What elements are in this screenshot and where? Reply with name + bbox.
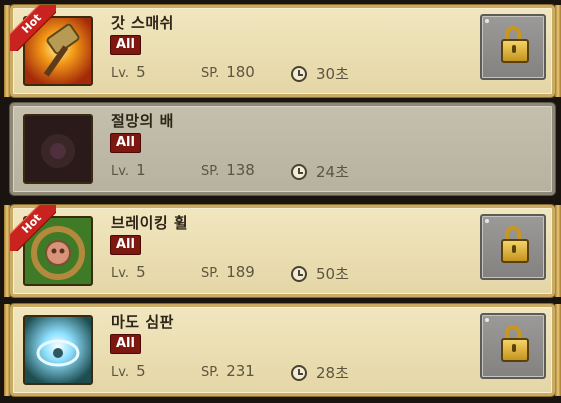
skill-sp: SP. 189 [201,263,255,281]
skill-name: 브레이킹 휠 [111,214,189,232]
skill-level: Lv. 5 [111,63,146,81]
skill-level: Lv. 1 [111,161,146,179]
lock-button[interactable] [480,313,546,379]
padlock-body [501,239,529,263]
frame-rod [555,304,561,396]
skill-icon-frame[interactable] [23,16,93,86]
indicator-dot [485,19,489,23]
padlock-body [501,338,529,362]
skill-cooldown: 50초 [291,263,349,284]
clock-icon [291,65,307,82]
indicator-dot [485,219,489,223]
skill-sp: SP. 231 [201,362,255,380]
skill-list: Hot 갓 스매쉬 All Lv. 5 SP. 180 30초 절망의 배 All … [0,0,561,403]
wheel-icon [25,218,91,284]
skill-row-magic-judgement[interactable]: 마도 심판 All Lv. 5 SP. 231 28초 [4,304,561,396]
class-badge: All [110,334,141,354]
skill-cooldown: 24초 [291,161,349,182]
skill-row-god-smash[interactable]: Hot 갓 스매쉬 All Lv. 5 SP. 180 30초 [4,5,561,97]
skill-icon-frame[interactable] [23,315,93,385]
class-badge: All [110,235,141,255]
frame-rod [555,5,561,97]
lock-button[interactable] [480,214,546,280]
padlock-body [501,39,529,63]
class-badge: All [110,133,141,153]
skill-level: Lv. 5 [111,263,146,281]
skill-cooldown: 28초 [291,362,349,383]
hammer-icon [25,18,91,84]
frame-rod [555,205,561,297]
dark-creature-icon [25,116,91,182]
skill-sp: SP. 138 [201,161,255,179]
skill-cooldown: 30초 [291,63,349,84]
skill-level: Lv. 5 [111,362,146,380]
frame-rod [4,304,10,396]
skill-icon-frame[interactable] [23,114,93,184]
skill-name: 갓 스매쉬 [111,14,174,32]
skill-row-despair[interactable]: 절망의 배 All Lv. 1 SP. 138 24초 [10,103,555,195]
frame-rod [4,5,10,97]
lock-button[interactable] [480,14,546,80]
skill-sp: SP. 180 [201,63,255,81]
frame-rod [4,205,10,297]
skill-icon-frame[interactable] [23,216,93,286]
class-badge: All [110,35,141,55]
indicator-dot [485,318,489,322]
skill-name: 마도 심판 [111,313,174,331]
clock-icon [291,163,307,180]
clock-icon [291,364,307,381]
clock-icon [291,265,307,282]
skill-name: 절망의 배 [111,112,174,130]
magic-seal-icon [25,317,91,383]
skill-row-breaking-wheel[interactable]: Hot 브레이킹 휠 All Lv. 5 SP. 189 50초 [4,205,561,297]
